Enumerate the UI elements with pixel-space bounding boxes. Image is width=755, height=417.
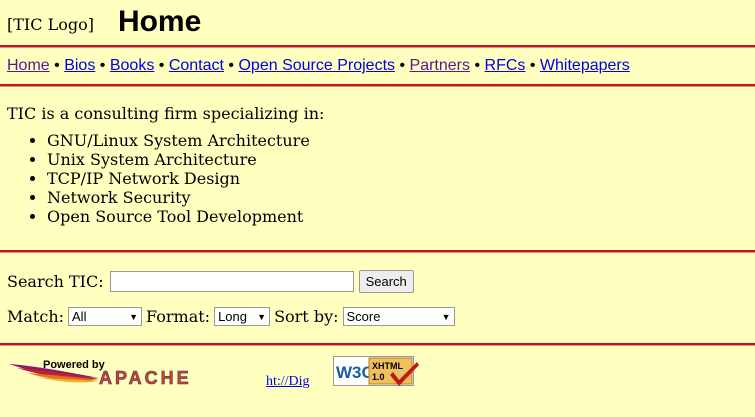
nav-books-link[interactable]: Books bbox=[110, 57, 154, 74]
divider-footer bbox=[0, 343, 755, 346]
dropdown-arrow-icon: ▼ bbox=[129, 311, 139, 322]
nav-separator: • bbox=[228, 57, 235, 74]
xhtml-text: XHTML bbox=[372, 361, 403, 371]
page-title: Home bbox=[117, 5, 202, 38]
powered-by-text: Powered by bbox=[43, 359, 106, 371]
xhtml-version-text: 1.0 bbox=[372, 372, 385, 382]
list-item: TCP/IP Network Design bbox=[47, 169, 310, 188]
match-select-value: All bbox=[72, 309, 87, 324]
divider-content bbox=[0, 250, 755, 253]
nav-rfcs-link[interactable]: RFCs bbox=[485, 57, 526, 74]
nav-open-source-projects-link[interactable]: Open Source Projects bbox=[238, 57, 395, 74]
search-options: Match: All ▼ Format: Long ▼ Sort by: Sco… bbox=[7, 307, 459, 326]
nav-whitepapers-link[interactable]: Whitepapers bbox=[540, 57, 630, 74]
apache-wordmark: APACHE bbox=[99, 368, 192, 388]
apache-powered-badge[interactable]: Powered by APACHE bbox=[7, 354, 262, 388]
nav-separator: • bbox=[529, 57, 536, 74]
search-form: Search TIC: Search bbox=[7, 270, 414, 293]
search-label: Search TIC: bbox=[7, 272, 104, 291]
htdig-link[interactable]: ht://Dig bbox=[266, 374, 310, 390]
search-input[interactable] bbox=[109, 271, 354, 292]
nav-partners-link[interactable]: Partners bbox=[410, 57, 470, 74]
dropdown-arrow-icon: ▼ bbox=[257, 311, 267, 322]
format-label: Format: bbox=[146, 307, 211, 326]
nav-home-link[interactable]: Home bbox=[7, 57, 50, 74]
nav-separator: • bbox=[474, 57, 481, 74]
nav-separator: • bbox=[99, 57, 106, 74]
sort-select-value: Score bbox=[346, 309, 381, 324]
page-header: [TIC Logo] Home bbox=[7, 2, 201, 42]
list-item: Unix System Architecture bbox=[47, 150, 310, 169]
tic-logo: [TIC Logo] bbox=[7, 15, 94, 34]
sort-label: Sort by: bbox=[274, 307, 339, 326]
list-item: Open Source Tool Development bbox=[47, 207, 310, 226]
sort-select[interactable]: Score ▼ bbox=[342, 307, 455, 326]
main-nav: Home • Bios • Books • Contact • Open Sou… bbox=[7, 57, 630, 75]
w3c-logo-text: W3C bbox=[336, 363, 374, 382]
search-button[interactable]: Search bbox=[358, 270, 414, 293]
format-select-value: Long bbox=[218, 309, 247, 324]
w3c-xhtml-badge[interactable]: W3C XHTML 1.0 bbox=[333, 356, 419, 388]
match-select[interactable]: All ▼ bbox=[68, 307, 143, 326]
divider-nav bbox=[0, 84, 755, 87]
match-label: Match: bbox=[7, 307, 65, 326]
nav-separator: • bbox=[158, 57, 165, 74]
dropdown-arrow-icon: ▼ bbox=[441, 311, 451, 322]
intro-text: TIC is a consulting firm specializing in… bbox=[7, 104, 325, 123]
nav-bios-link[interactable]: Bios bbox=[64, 57, 95, 74]
nav-separator: • bbox=[399, 57, 406, 74]
nav-contact-link[interactable]: Contact bbox=[169, 57, 224, 74]
services-list: GNU/Linux System Architecture Unix Syste… bbox=[7, 131, 310, 226]
divider-top bbox=[0, 45, 755, 48]
nav-separator: • bbox=[54, 57, 60, 74]
list-item: GNU/Linux System Architecture bbox=[47, 131, 310, 150]
format-select[interactable]: Long ▼ bbox=[214, 307, 271, 326]
list-item: Network Security bbox=[47, 188, 310, 207]
